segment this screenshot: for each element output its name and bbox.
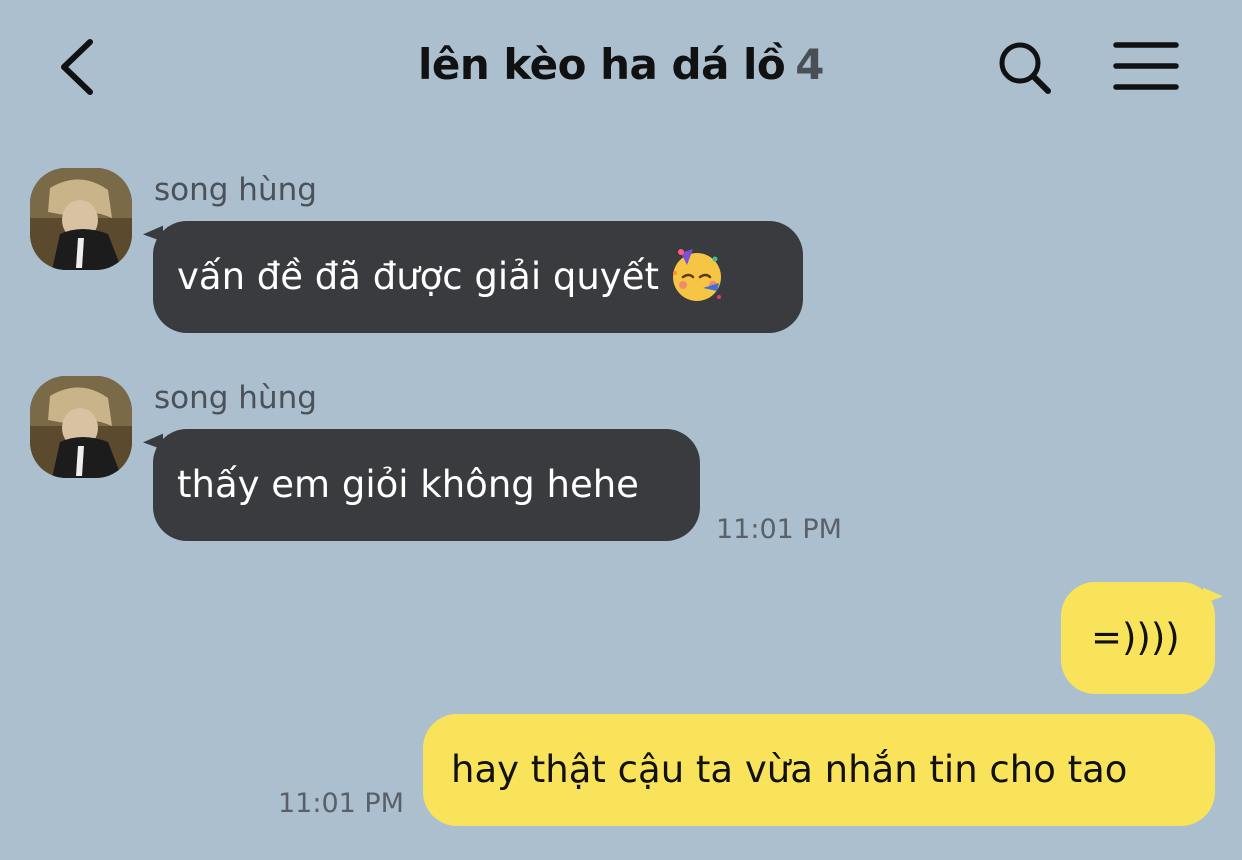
message-text: hay thật cậu ta vừa nhắn tin cho tao [451,748,1128,791]
message-text: thấy em giỏi không hehe [177,463,639,506]
message-bubble-incoming[interactable]: vấn đề đã được giải quyết [153,221,803,333]
chat-title-text: lên kèo ha dá lồ [417,40,786,89]
message-text: vấn đề đã được giải quyết [177,255,659,298]
sender-name: song hùng [154,172,317,208]
message-bubble-incoming[interactable]: thấy em giỏi không hehe [153,429,700,541]
chat-header: lên kèo ha dá lồ 4 [0,0,1242,130]
message-text: =)))) [1091,616,1180,659]
avatar[interactable] [30,168,132,270]
message-bubble-outgoing[interactable]: hay thật cậu ta vừa nhắn tin cho tao [423,714,1215,826]
avatar-photo [30,168,132,270]
sender-name: song hùng [154,380,317,416]
member-count: 4 [795,40,825,89]
bubble-tail [1203,580,1223,604]
message-timestamp: 11:01 PM [278,788,404,819]
partying-face-emoji-icon [672,248,721,301]
search-button[interactable] [994,38,1058,98]
avatar[interactable] [30,376,132,478]
message-bubble-outgoing[interactable]: =)))) [1061,582,1215,694]
message-timestamp: 11:01 PM [716,514,842,545]
avatar-photo [30,376,132,478]
hamburger-menu-icon [1113,42,1179,90]
search-icon [999,42,1051,94]
menu-button[interactable] [1110,38,1182,94]
